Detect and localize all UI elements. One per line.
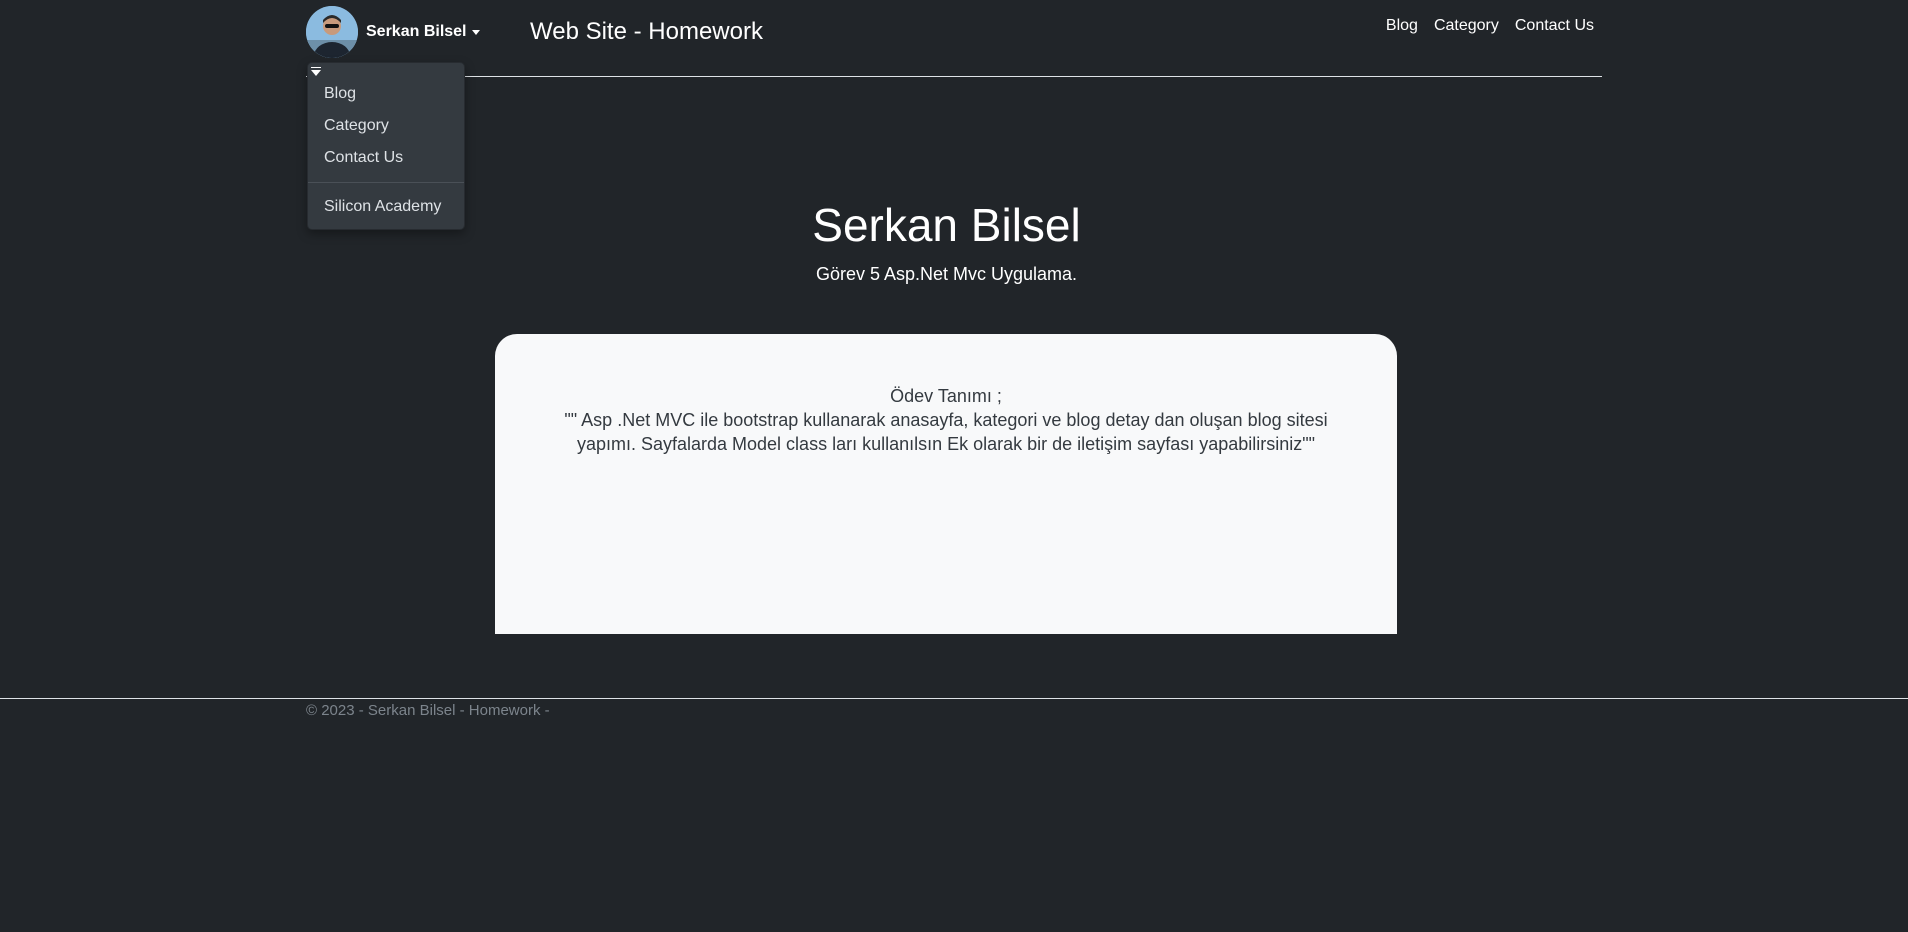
header: Serkan Bilsel Web Site - Homework Blog C…	[306, 0, 1602, 77]
footer-copyright: © 2023 - Serkan Bilsel - Homework -	[306, 702, 550, 719]
dropdown-item-contact-us[interactable]: Contact Us	[324, 149, 403, 167]
dropdown-item-category[interactable]: Category	[324, 117, 389, 135]
profile-dropdown-toggle[interactable]: Serkan Bilsel	[306, 6, 480, 58]
hero-title: Serkan Bilsel	[812, 199, 1081, 251]
card-description: "" Asp .Net MVC ile bootstrap kullanarak…	[564, 410, 1328, 454]
nav-link-blog[interactable]: Blog	[1386, 17, 1418, 35]
card-heading: Ödev Tanımı ;	[890, 386, 1002, 406]
avatar-image	[306, 6, 358, 58]
homework-card: Ödev Tanımı ; "" Asp .Net MVC ile bootst…	[495, 334, 1397, 634]
nav-link-category[interactable]: Category	[1434, 17, 1499, 35]
dropdown-item-blog[interactable]: Blog	[324, 85, 356, 103]
page: Serkan Bilsel Web Site - Homework Blog C…	[0, 0, 1908, 932]
nav-link-contact-us[interactable]: Contact Us	[1515, 17, 1594, 35]
profile-name: Serkan Bilsel	[366, 23, 467, 40]
top-nav: Blog Category Contact Us	[1386, 17, 1594, 35]
avatar	[306, 6, 358, 58]
site-title: Web Site - Homework	[530, 18, 763, 45]
caret-down-icon	[471, 29, 480, 35]
footer-divider	[0, 698, 1908, 699]
dropdown-divider	[308, 182, 464, 183]
dropdown-caret-icon	[311, 67, 321, 76]
hero-subtitle: Görev 5 Asp.Net Mvc Uygulama.	[815, 264, 1078, 284]
